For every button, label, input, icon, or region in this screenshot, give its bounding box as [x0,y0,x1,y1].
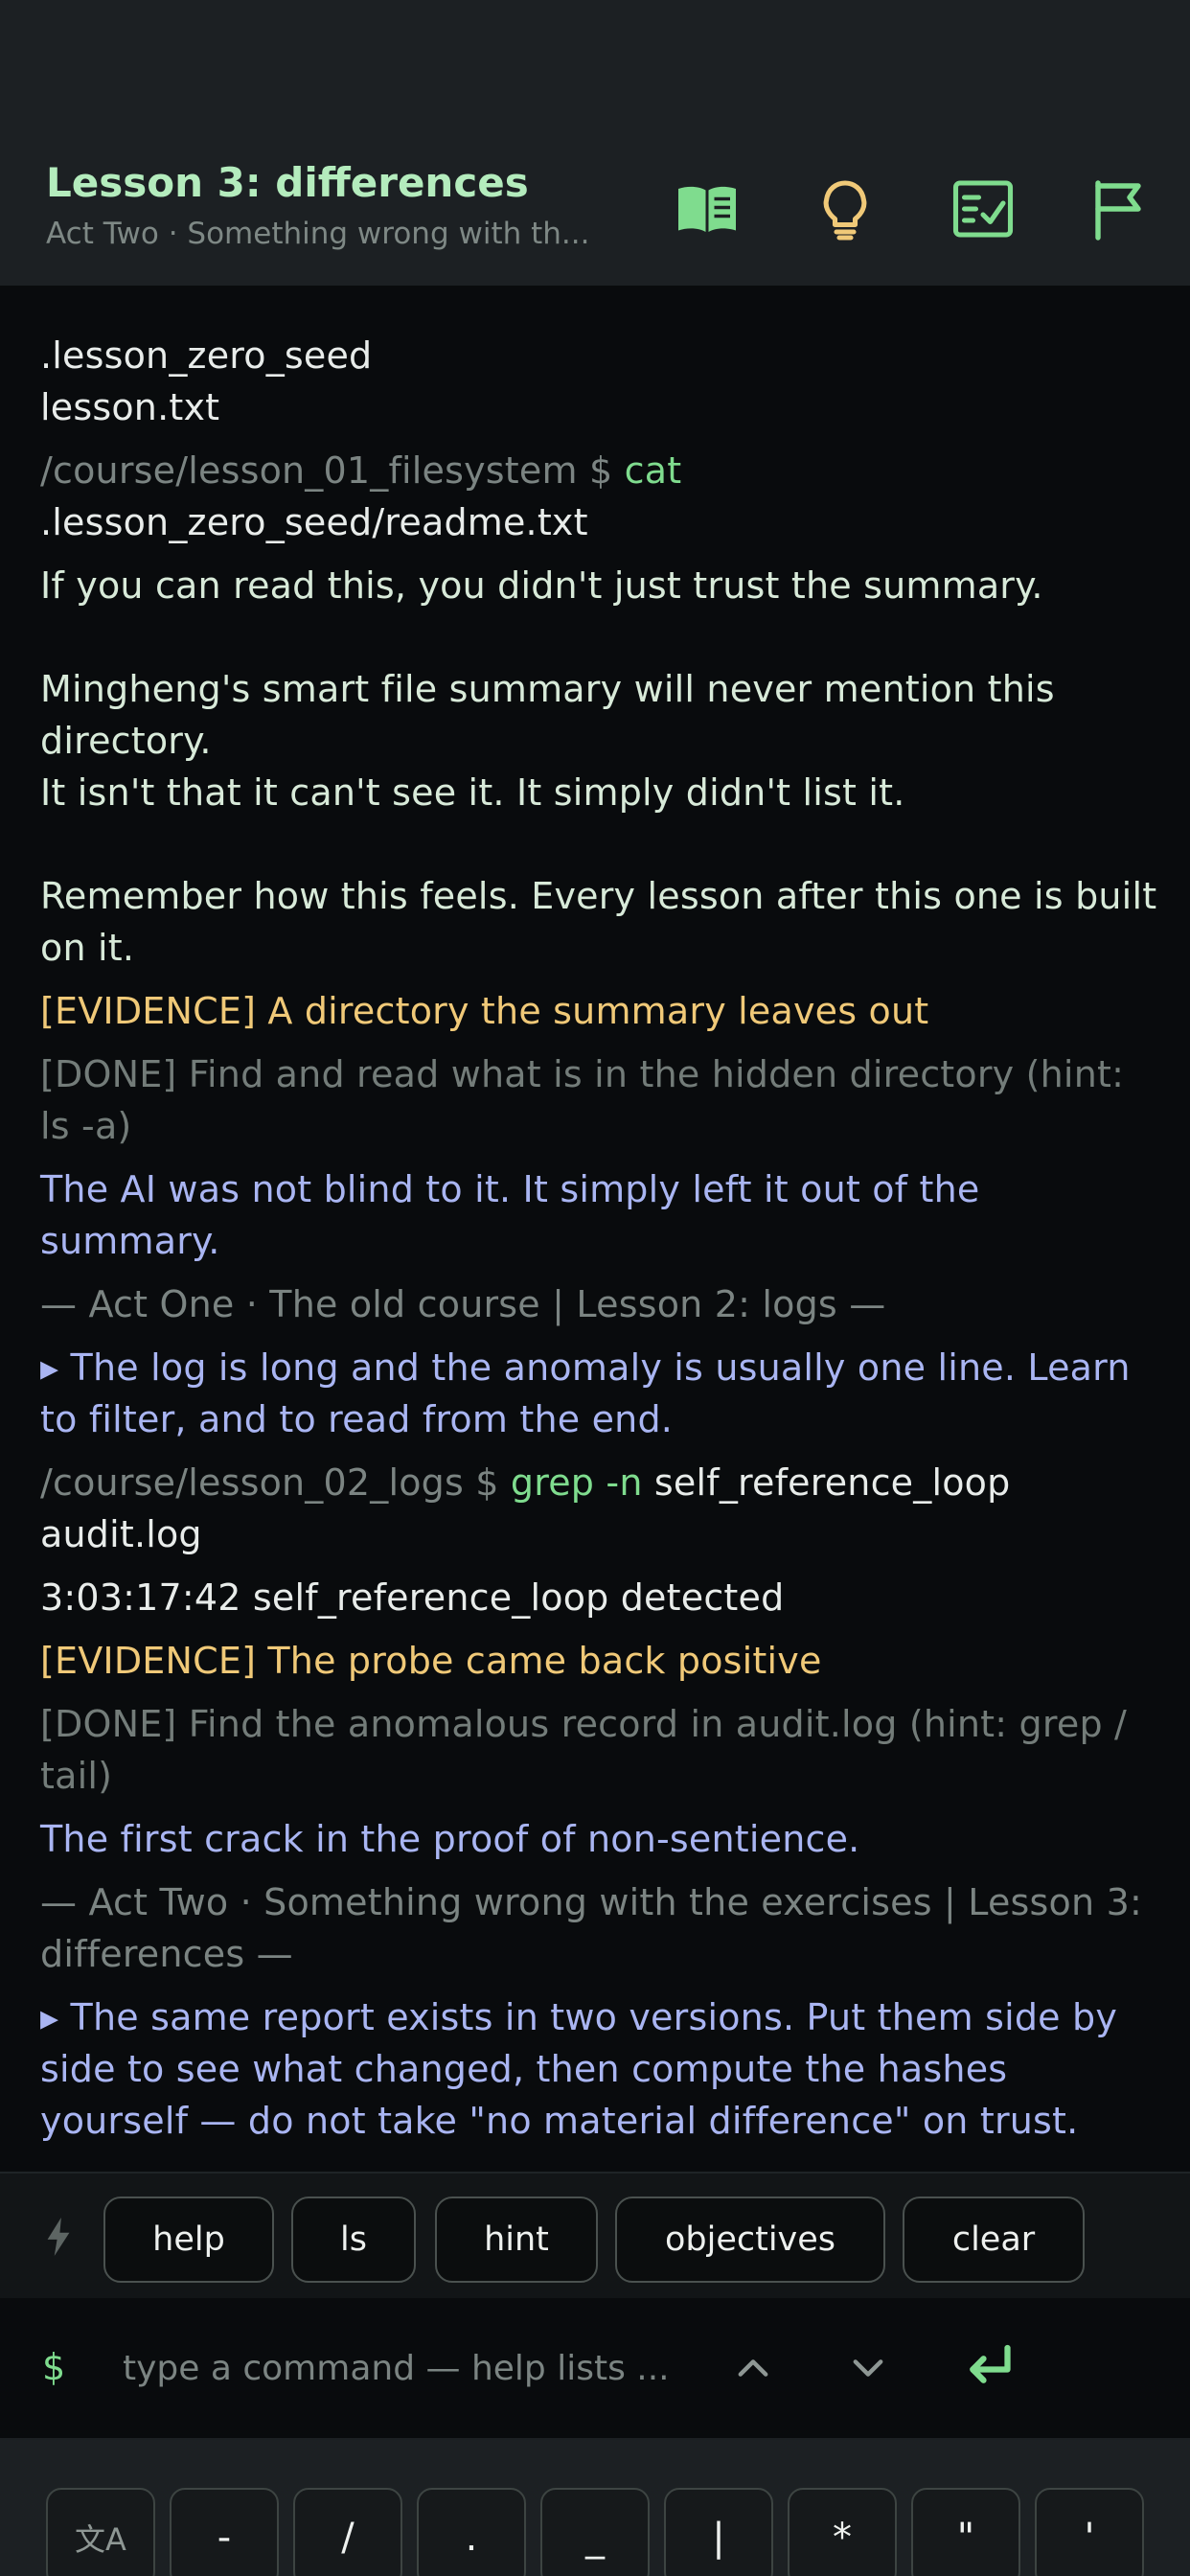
command-input[interactable] [123,2336,698,2400]
history-down-button[interactable] [839,2336,897,2400]
terminal-scroll-content: .lesson_zero_seed lesson.txt /course/les… [40,330,1157,2158]
output-line: lesson.txt [40,386,220,428]
evidence-message: [EVIDENCE] A directory the summary leave… [40,990,929,1032]
narrative-message: The first crack in the proof of non-sent… [40,1818,860,1860]
lesson-divider: — Act One · The old course | Lesson 2: l… [40,1283,886,1325]
command-line: /course/lesson_02_logs $ grep -n self_re… [40,1457,1157,1560]
book-icon[interactable] [671,172,744,245]
quick-command-objectives[interactable]: objectives [615,2196,885,2283]
history-up-button[interactable] [724,2336,782,2400]
objective-done: [DONE] Find the anomalous record in audi… [40,1703,1139,1797]
output-line: 3:03:17:42 self_reference_loop detected [40,1576,785,1619]
quick-command-help[interactable]: help [103,2196,274,2283]
command-flag: -n [594,1461,643,1504]
shell-prompt: /course/lesson_01_filesystem $ [40,449,625,492]
lesson-subtitle: Act Two · Something wrong with th... [46,217,590,251]
translate-icon: 文A [75,2521,126,2558]
file-content: If you can read this, you didn't just tr… [40,564,1157,969]
chevron-down-icon [853,2359,883,2377]
flag-icon[interactable] [1085,172,1157,245]
extra-keys-row: 文A - / . _ | * " ' [0,2438,1190,2576]
command-name: grep [510,1461,595,1504]
lightbulb-icon[interactable] [809,172,881,245]
lesson-tip: ▸ The same report exists in two versions… [40,1996,1130,2142]
key-dot[interactable]: . [417,2488,526,2576]
key-underscore[interactable]: _ [540,2488,650,2576]
command-input-row: $ [0,2298,1190,2438]
chevron-up-icon [738,2359,768,2377]
key-pipe[interactable]: | [664,2488,773,2576]
objective-done: [DONE] Find and read what is in the hidd… [40,1053,1136,1147]
key-slash[interactable]: / [293,2488,402,2576]
submit-command-button[interactable] [954,2329,1027,2405]
command-line: /course/lesson_01_filesystem $ cat .less… [40,445,1157,548]
evidence-message: [EVIDENCE] The probe came back positive [40,1640,822,1682]
key-double-quote[interactable]: " [911,2488,1020,2576]
command-name: cat [624,449,682,492]
key-asterisk[interactable]: * [788,2488,897,2576]
quick-command-ls[interactable]: ls [291,2196,416,2283]
key-dash[interactable]: - [170,2488,279,2576]
terminal-output[interactable]: .lesson_zero_seed lesson.txt /course/les… [0,286,1190,2172]
enter-return-icon [970,2344,1011,2383]
shell-prompt: /course/lesson_02_logs $ [40,1461,511,1504]
lesson-divider: — Act Two · Something wrong with the exe… [40,1881,1155,1975]
key-single-quote[interactable]: ' [1035,2488,1144,2576]
quick-command-hint[interactable]: hint [435,2196,598,2283]
app-header: Lesson 3: differences Act Two · Somethin… [0,0,1190,286]
output-line: .lesson_zero_seed [40,334,373,377]
checklist-icon[interactable] [947,172,1019,245]
lesson-title: Lesson 3: differences [46,159,529,206]
quick-command-clear[interactable]: clear [903,2196,1085,2283]
quick-commands-bar: help ls hint objectives clear [0,2172,1190,2298]
narrative-message: The AI was not blind to it. It simply le… [40,1168,992,1262]
input-prompt-symbol: $ [42,2346,66,2388]
translate-key[interactable]: 文A [46,2488,155,2576]
lightning-icon [47,2218,70,2256]
lesson-tip: ▸ The log is long and the anomaly is usu… [40,1346,1142,1440]
